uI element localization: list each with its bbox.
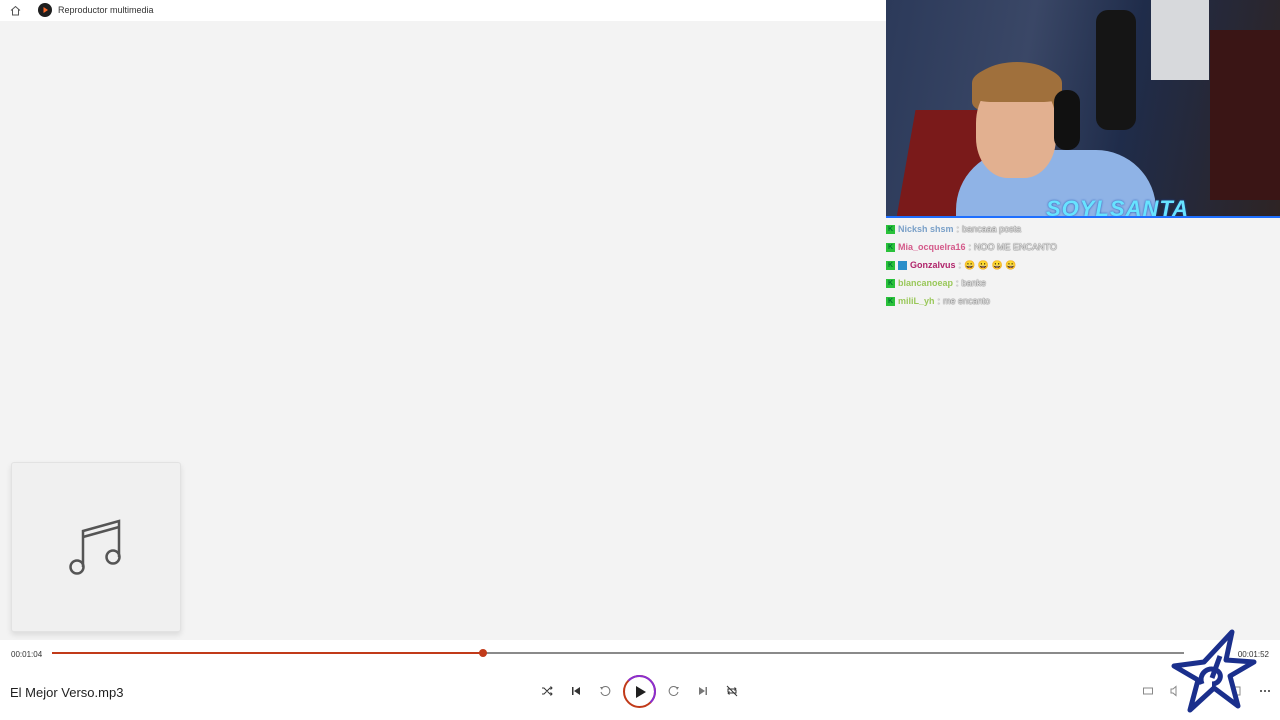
- shuffle-icon: [542, 686, 553, 696]
- chat-line: K Nicksh shsm : bancaaa posta: [886, 224, 1022, 234]
- transport-bar: 00:01:04 00:01:52 El Mejor Verso.mp3: [0, 640, 1280, 720]
- chat-line: K miliL_yh : me encanto: [886, 296, 991, 306]
- previous-icon: [572, 687, 580, 695]
- miniplayer-icon: [1143, 687, 1153, 695]
- forward-button[interactable]: [666, 683, 682, 699]
- rewind-button[interactable]: [597, 683, 613, 699]
- seek-progress: [52, 652, 484, 654]
- chat-message: NOO ME ENCANTO: [974, 242, 1057, 252]
- next-button[interactable]: [695, 683, 711, 699]
- album-art: [11, 462, 181, 632]
- song-title: El Mejor Verso.mp3: [10, 685, 124, 700]
- figure: [1096, 10, 1136, 130]
- more-icon: [1260, 690, 1270, 692]
- sub-badge-icon: [898, 260, 907, 270]
- next-icon: [699, 687, 707, 695]
- chat-user: Mia_ocquelra16: [898, 242, 966, 252]
- chat-message: 😀 😀 😀 😀: [964, 259, 1017, 270]
- chat-message: bancaaa posta: [962, 224, 1022, 234]
- play-button[interactable]: [623, 675, 656, 708]
- previous-button[interactable]: [568, 683, 584, 699]
- channel-logo: SOYLSANTA: [1046, 196, 1190, 218]
- kick-badge-icon: K: [886, 224, 895, 234]
- seek-bar[interactable]: [52, 649, 1184, 657]
- chat-user: Gonzalvus: [910, 260, 956, 270]
- rewind-10-icon: [600, 685, 611, 696]
- chat-overlay: K Nicksh shsm : bancaaa posta K Mia_ocqu…: [886, 220, 1280, 310]
- webcam-overlay: SOYLSANTA: [886, 0, 1280, 218]
- media-player-icon: [38, 3, 52, 17]
- kick-badge-icon: K: [886, 296, 895, 306]
- repeat-icon: [726, 685, 738, 697]
- kick-badge-icon: K: [886, 242, 895, 252]
- headset: [1054, 90, 1080, 150]
- home-icon[interactable]: [9, 4, 22, 17]
- repeat-button[interactable]: [724, 683, 740, 699]
- shelf: [1210, 30, 1280, 200]
- chat-line: K Mia_ocquelra16 : NOO ME ENCANTO: [886, 242, 1057, 252]
- seek-thumb[interactable]: [479, 649, 488, 657]
- whiteboard: [1151, 0, 1209, 80]
- shuffle-button[interactable]: [539, 683, 555, 699]
- chat-message: me encanto: [943, 296, 991, 306]
- play-icon: [635, 685, 646, 698]
- chat-user: blancanoeap: [898, 278, 954, 288]
- music-note-icon: [69, 519, 121, 575]
- chat-message: banke: [961, 278, 987, 288]
- chat-line: K Gonzalvus : 😀 😀 😀 😀: [886, 259, 1017, 270]
- chat-user: Nicksh shsm: [898, 224, 954, 234]
- kick-badge-icon: K: [886, 278, 895, 288]
- chat-user: miliL_yh: [898, 296, 935, 306]
- kick-badge-icon: K: [886, 260, 895, 270]
- app-title: Reproductor multimedia: [58, 5, 154, 15]
- chat-line: K blancanoeap : banke: [886, 278, 987, 288]
- elapsed-time: 00:01:04: [11, 650, 43, 659]
- forward-30-icon: [668, 685, 679, 696]
- miniplayer-button[interactable]: [1140, 683, 1156, 699]
- channel-star-logo: [1171, 629, 1257, 713]
